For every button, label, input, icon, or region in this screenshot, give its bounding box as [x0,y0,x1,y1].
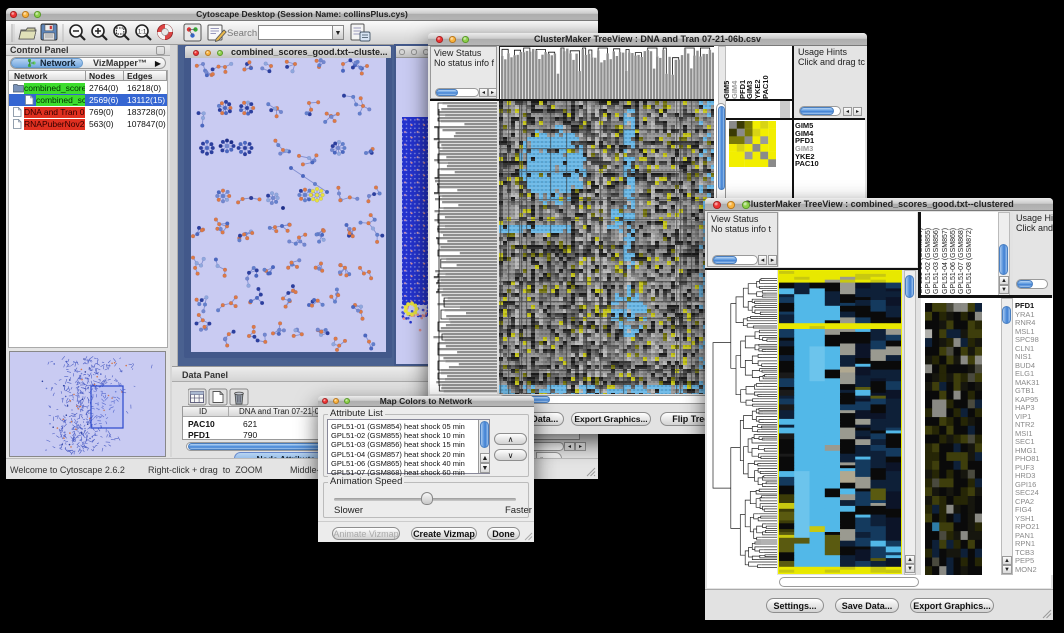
svg-text:1:1: 1:1 [138,29,147,35]
